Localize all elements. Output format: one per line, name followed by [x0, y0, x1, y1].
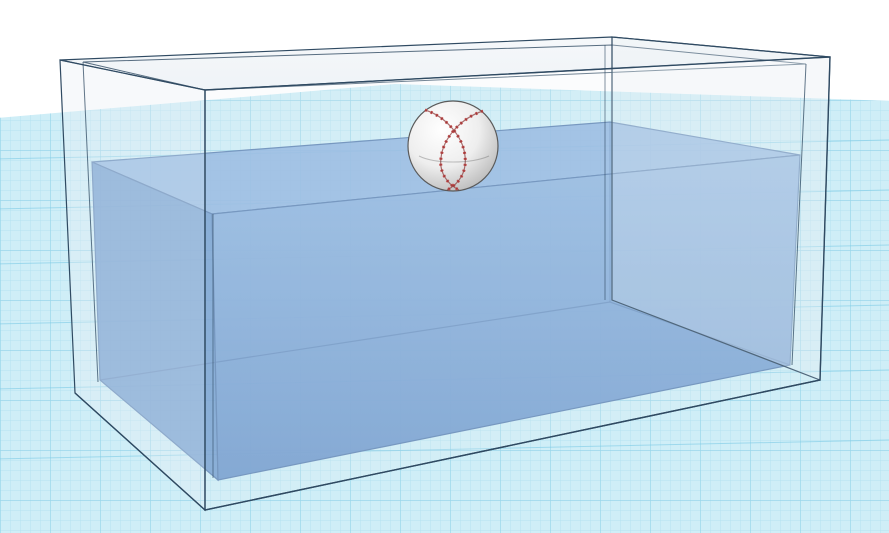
- scene-canvas[interactable]: [0, 0, 889, 533]
- 3d-viewport[interactable]: [0, 0, 889, 533]
- baseball-icon[interactable]: [407, 100, 499, 192]
- baseball-body: [407, 100, 499, 192]
